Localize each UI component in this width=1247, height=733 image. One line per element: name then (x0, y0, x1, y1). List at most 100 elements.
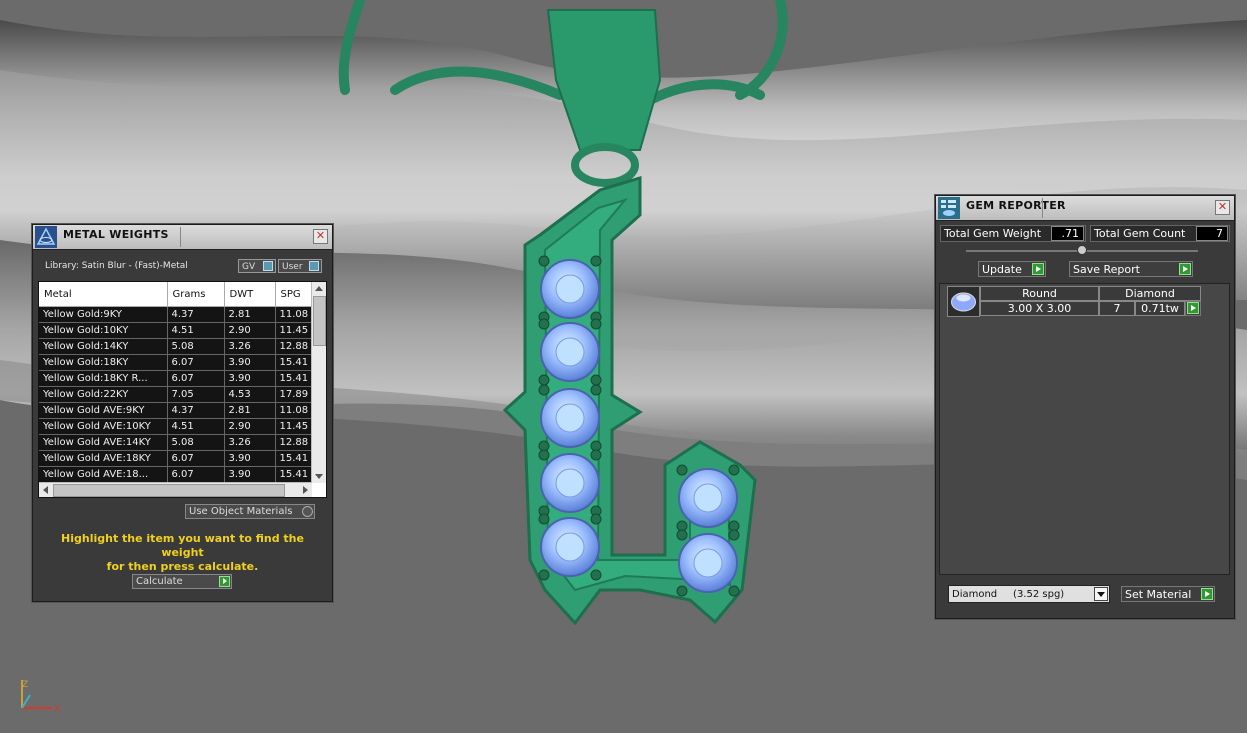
gem-list-item[interactable]: Round Diamond 3.00 X 3.00 7 0.71tw (947, 286, 1205, 320)
cell-dwt: 3.26 (224, 434, 276, 451)
cell-grams: 4.51 (167, 322, 225, 339)
table-row[interactable]: Yellow Gold:14KY 5.08 3.26 12.88 (39, 338, 312, 355)
table-row[interactable]: Yellow Gold AVE:14KY 5.08 3.26 12.88 (39, 434, 312, 451)
titlebar-divider (180, 227, 181, 247)
total-gem-weight-label: Total Gem Weight (944, 227, 1042, 240)
metal-weights-logo-icon (35, 226, 57, 248)
cell-spg: 15.41 (275, 466, 312, 483)
update-button[interactable]: Update (978, 261, 1046, 277)
use-object-materials-label: Use Object Materials (189, 506, 293, 517)
chevron-down-icon[interactable] (1094, 587, 1108, 601)
metal-weights-panel: METAL WEIGHTS ✕ Library: Satin Blur - (F… (32, 224, 333, 602)
cell-spg: 11.08 (275, 402, 312, 419)
cell-spg: 15.41 (275, 450, 312, 467)
update-label: Update (982, 263, 1022, 276)
cell-metal: Yellow Gold:10KY (39, 322, 168, 339)
save-report-label: Save Report (1073, 263, 1140, 276)
cell-dwt: 3.90 (224, 354, 276, 371)
gem-carat-cell: 0.71tw (1135, 301, 1185, 316)
play-icon (1179, 263, 1191, 275)
cell-dwt: 3.90 (224, 370, 276, 387)
table-header-row: Metal Grams DWT SPG (39, 282, 312, 307)
slider-knob-icon[interactable] (1077, 245, 1087, 255)
close-icon[interactable]: ✕ (313, 229, 328, 244)
user-toggle-label: User (282, 262, 303, 272)
cell-metal: Yellow Gold AVE:18KY (39, 450, 168, 467)
user-toggle[interactable]: User (278, 259, 322, 273)
cell-metal: Yellow Gold:22KY (39, 386, 168, 403)
metal-table-container: Metal Grams DWT SPG Yellow Gold:9KY 4.37 2… (38, 281, 327, 498)
close-icon[interactable]: ✕ (1215, 200, 1230, 215)
table-row[interactable]: Yellow Gold:22KY 7.05 4.53 17.89 (39, 386, 312, 403)
gem-reporter-panel: GEM REPORTER ✕ Total Gem Weight .71 Tota… (935, 195, 1235, 619)
cell-grams: 4.51 (167, 418, 225, 435)
cell-grams: 6.07 (167, 370, 225, 387)
panel-slider[interactable] (966, 245, 1198, 255)
cell-grams: 5.08 (167, 434, 225, 451)
cell-metal: Yellow Gold:9KY (39, 306, 168, 323)
scroll-down-icon[interactable] (315, 474, 323, 479)
cell-metal: Yellow Gold:18KY R... (39, 370, 168, 387)
gem-reporter-titlebar[interactable]: GEM REPORTER ✕ (936, 196, 1234, 221)
metal-weights-title: METAL WEIGHTS (63, 228, 169, 241)
column-header-grams[interactable]: Grams (167, 282, 225, 307)
use-object-materials-checkbox[interactable]: Use Object Materials (185, 504, 315, 519)
horizontal-scrollbar[interactable] (39, 482, 312, 497)
cell-dwt: 2.90 (224, 322, 276, 339)
cell-spg: 12.88 (275, 338, 312, 355)
calculate-button[interactable]: Calculate (132, 574, 232, 589)
cell-spg: 11.08 (275, 306, 312, 323)
cell-dwt: 3.90 (224, 450, 276, 467)
cell-grams: 4.37 (167, 402, 225, 419)
metal-table-body: Yellow Gold:9KY 4.37 2.81 11.08 Yellow Gold:… (39, 306, 312, 483)
table-row[interactable]: Yellow Gold:10KY 4.51 2.90 11.45 (39, 322, 312, 339)
hint-line-2: for then press calculate. (106, 560, 259, 573)
scroll-thumb[interactable] (313, 296, 326, 346)
save-report-button[interactable]: Save Report (1069, 261, 1193, 277)
cell-metal: Yellow Gold AVE:9KY (39, 402, 168, 419)
cell-spg: 15.41 (275, 370, 312, 387)
library-label: Library: Satin Blur - (Fast)-Metal (45, 261, 188, 271)
metal-weights-titlebar[interactable]: METAL WEIGHTS ✕ (33, 225, 332, 250)
table-row[interactable]: Yellow Gold AVE:18... 6.07 3.90 15.41 (39, 466, 312, 483)
table-row[interactable]: Yellow Gold:9KY 4.37 2.81 11.08 (39, 306, 312, 323)
material-dropdown[interactable]: Diamond (3.52 spg) (948, 585, 1110, 603)
vertical-scrollbar[interactable] (311, 282, 326, 483)
play-icon (219, 576, 230, 587)
gem-reporter-logo-icon (938, 197, 960, 219)
gem-material-cell: Diamond (1099, 286, 1201, 301)
user-toggle-icon (309, 261, 319, 271)
table-row[interactable]: Yellow Gold AVE:10KY 4.51 2.90 11.45 (39, 418, 312, 435)
table-row[interactable]: Yellow Gold:18KY 6.07 3.90 15.41 (39, 354, 312, 371)
metal-table: Metal Grams DWT SPG Yellow Gold:9KY 4.37 2… (39, 282, 312, 483)
gem-shape-cell: Round (980, 286, 1099, 301)
cell-grams: 6.07 (167, 450, 225, 467)
column-header-metal[interactable]: Metal (39, 282, 168, 307)
play-icon (1032, 263, 1044, 275)
cell-spg: 17.89 (275, 386, 312, 403)
material-dropdown-value: Diamond (3.52 spg) (952, 589, 1065, 600)
scroll-left-icon[interactable] (43, 486, 48, 494)
checkbox-icon (302, 506, 313, 517)
table-row[interactable]: Yellow Gold AVE:9KY 4.37 2.81 11.08 (39, 402, 312, 419)
table-row[interactable]: Yellow Gold AVE:18KY 6.07 3.90 15.41 (39, 450, 312, 467)
gv-toggle[interactable]: GV (238, 259, 276, 273)
scroll-hthumb[interactable] (53, 484, 285, 497)
scroll-right-icon[interactable] (303, 486, 308, 494)
cell-dwt: 3.90 (224, 466, 276, 483)
cell-dwt: 2.90 (224, 418, 276, 435)
table-row[interactable]: Yellow Gold:18KY R... 6.07 3.90 15.41 (39, 370, 312, 387)
total-gem-weight-value: .71 (1051, 226, 1084, 241)
cell-grams: 4.37 (167, 306, 225, 323)
play-icon (1201, 588, 1213, 600)
column-header-spg[interactable]: SPG (275, 282, 312, 307)
cell-dwt: 3.26 (224, 338, 276, 355)
gem-row-action-button[interactable] (1185, 301, 1201, 316)
column-header-dwt[interactable]: DWT (224, 282, 276, 307)
cell-grams: 6.07 (167, 354, 225, 371)
cell-spg: 11.45 (275, 418, 312, 435)
scroll-up-icon[interactable] (315, 286, 323, 291)
cell-spg: 12.88 (275, 434, 312, 451)
set-material-button[interactable]: Set Material (1121, 586, 1215, 602)
total-gem-count-label: Total Gem Count (1094, 227, 1186, 240)
